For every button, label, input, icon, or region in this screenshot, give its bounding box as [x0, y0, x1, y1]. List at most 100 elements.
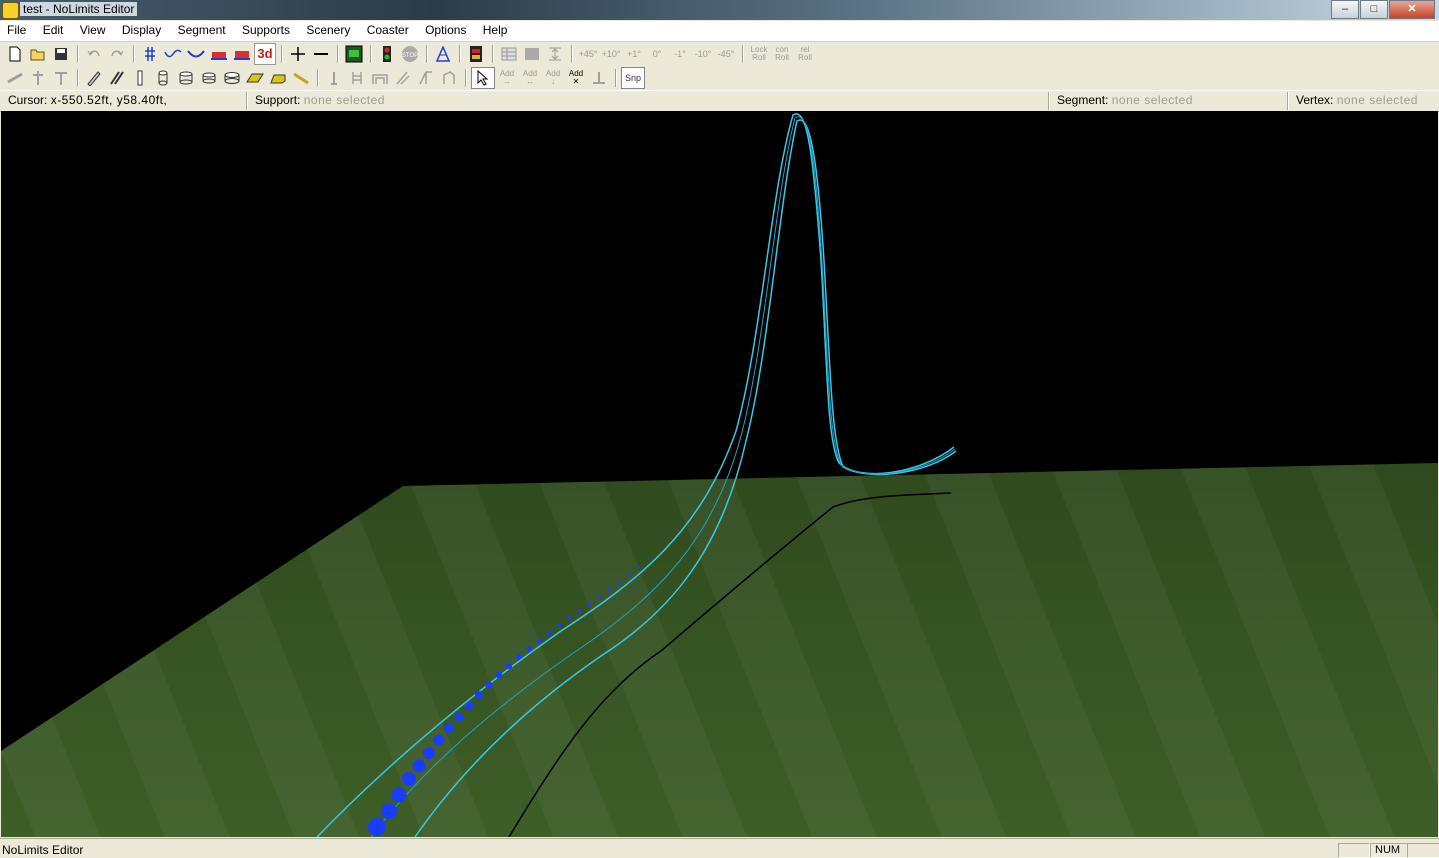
scene-canvas[interactable]	[1, 111, 1438, 837]
lift-button[interactable]	[465, 44, 487, 64]
support-tool-2-button[interactable]	[27, 68, 49, 88]
menu-segment[interactable]: Segment	[171, 21, 232, 37]
view-3d-button[interactable]: 3d	[254, 42, 276, 65]
plate-button[interactable]	[244, 68, 266, 88]
add-connect-button[interactable]: Add ✕	[565, 69, 587, 86]
spine-node	[526, 646, 532, 652]
lock-roll-line2: Roll	[752, 52, 766, 62]
select-button[interactable]	[471, 66, 495, 89]
open-file-button[interactable]	[27, 44, 49, 64]
spine-node	[485, 681, 493, 689]
traffic-light-button[interactable]	[376, 44, 398, 64]
train-button[interactable]	[208, 44, 230, 64]
toolbar-separator	[465, 68, 467, 87]
spine-node	[577, 609, 581, 613]
menu-view[interactable]: View	[73, 21, 112, 37]
toolbar-separator	[426, 44, 428, 63]
spine-node	[402, 772, 416, 786]
menu-scenery[interactable]: Scenery	[299, 21, 356, 37]
3d-viewport[interactable]	[1, 111, 1438, 837]
cross-icon	[291, 46, 305, 61]
angle-plus10-button[interactable]: +10°	[600, 44, 622, 64]
ground-button[interactable]	[588, 68, 610, 88]
add-link-button[interactable]: Add ↔	[519, 69, 541, 86]
close-button[interactable]: ✕	[1389, 0, 1435, 19]
save-icon	[55, 47, 67, 60]
stop-button[interactable]: STOP	[399, 44, 421, 64]
block-button[interactable]	[267, 68, 289, 88]
scenery-4-button[interactable]	[392, 68, 414, 88]
angle-minus1-button[interactable]: -1°	[669, 44, 691, 64]
table-icon	[501, 47, 517, 60]
track-curve-button[interactable]	[162, 44, 184, 64]
undo-button[interactable]	[83, 44, 105, 64]
toolbar-separator	[281, 44, 283, 63]
rod-button[interactable]	[290, 68, 312, 88]
align-button[interactable]	[544, 44, 566, 64]
test-coaster-button[interactable]	[343, 44, 365, 64]
snap-button[interactable]: Snp	[621, 66, 645, 89]
add-connect-arrow: ✕	[572, 76, 580, 86]
save-button[interactable]	[50, 44, 72, 64]
angle-zero-button[interactable]: 0°	[646, 44, 668, 64]
spine-node	[607, 588, 611, 592]
vertex-field: Vertex: none selected	[1296, 93, 1418, 110]
spine-node	[556, 622, 562, 628]
toolbar-separator	[133, 44, 135, 63]
menu-file[interactable]: File	[0, 21, 32, 37]
footer-1-button[interactable]	[152, 68, 174, 88]
scenery-2-button[interactable]	[346, 68, 368, 88]
station-button[interactable]	[231, 44, 253, 64]
con-roll-button[interactable]: con Roll	[771, 45, 793, 62]
maximize-button[interactable]: □	[1360, 0, 1388, 19]
spine-node	[495, 671, 503, 679]
app-icon[interactable]	[2, 2, 19, 19]
pole-button[interactable]	[129, 68, 151, 88]
draw-beam-2-button[interactable]	[106, 68, 128, 88]
menu-edit[interactable]: Edit	[36, 21, 70, 37]
angle-minus45-button[interactable]: -45°	[715, 44, 737, 64]
title-bar[interactable]: test - NoLimits Editor – □ ✕	[0, 0, 1439, 20]
menu-supports[interactable]: Supports	[235, 21, 296, 37]
redo-button[interactable]	[106, 44, 128, 64]
angle-plus45-button[interactable]: +45°	[577, 44, 599, 64]
footer-3-button[interactable]	[198, 68, 220, 88]
new-file-button[interactable]	[4, 44, 26, 64]
add-vertex-button[interactable]	[287, 44, 309, 64]
scenery-5-button[interactable]	[415, 68, 437, 88]
spine-node	[516, 654, 522, 660]
angle-plus1-button[interactable]: +1°	[623, 44, 645, 64]
draw-beam-button[interactable]	[83, 68, 105, 88]
menu-coaster[interactable]: Coaster	[360, 21, 415, 37]
angle-minus10-button[interactable]: -10°	[692, 44, 714, 64]
solid-view-button[interactable]	[521, 44, 543, 64]
track-valley-button[interactable]	[185, 44, 207, 64]
lock-roll-button[interactable]: Lock Roll	[748, 45, 770, 62]
spine-node	[505, 662, 513, 670]
menu-display[interactable]: Display	[115, 21, 167, 37]
minimize-button[interactable]: –	[1331, 0, 1359, 19]
t-support-icon	[55, 71, 67, 85]
spine-node	[647, 557, 651, 561]
scenery-3-button[interactable]	[369, 68, 391, 88]
field-divider	[1287, 92, 1289, 110]
scenery-6-button[interactable]	[438, 68, 460, 88]
add-node-arrow: →	[503, 76, 511, 86]
menu-options[interactable]: Options	[418, 21, 472, 37]
support-tool-3-button[interactable]	[50, 68, 72, 88]
footer-4-button[interactable]	[221, 68, 243, 88]
main-toolbar: 3d STOP +45° +10° +1° 0° -1° -10° -45° L…	[0, 42, 1439, 65]
delete-vertex-button[interactable]	[310, 44, 332, 64]
grid-button[interactable]	[139, 44, 161, 64]
add-free-node-button[interactable]: Add ↓	[542, 69, 564, 86]
scenery-1-button[interactable]	[323, 68, 345, 88]
train-icon	[211, 51, 227, 60]
support-tool-1-button[interactable]	[4, 68, 26, 88]
add-node-button[interactable]: Add →	[496, 69, 518, 86]
rel-roll-button[interactable]: rel Roll	[794, 45, 816, 62]
footer-2-button[interactable]	[175, 68, 197, 88]
support-button[interactable]	[432, 44, 454, 64]
menu-help[interactable]: Help	[476, 21, 514, 37]
table-view-button[interactable]	[498, 44, 520, 64]
spine-node	[444, 723, 454, 733]
